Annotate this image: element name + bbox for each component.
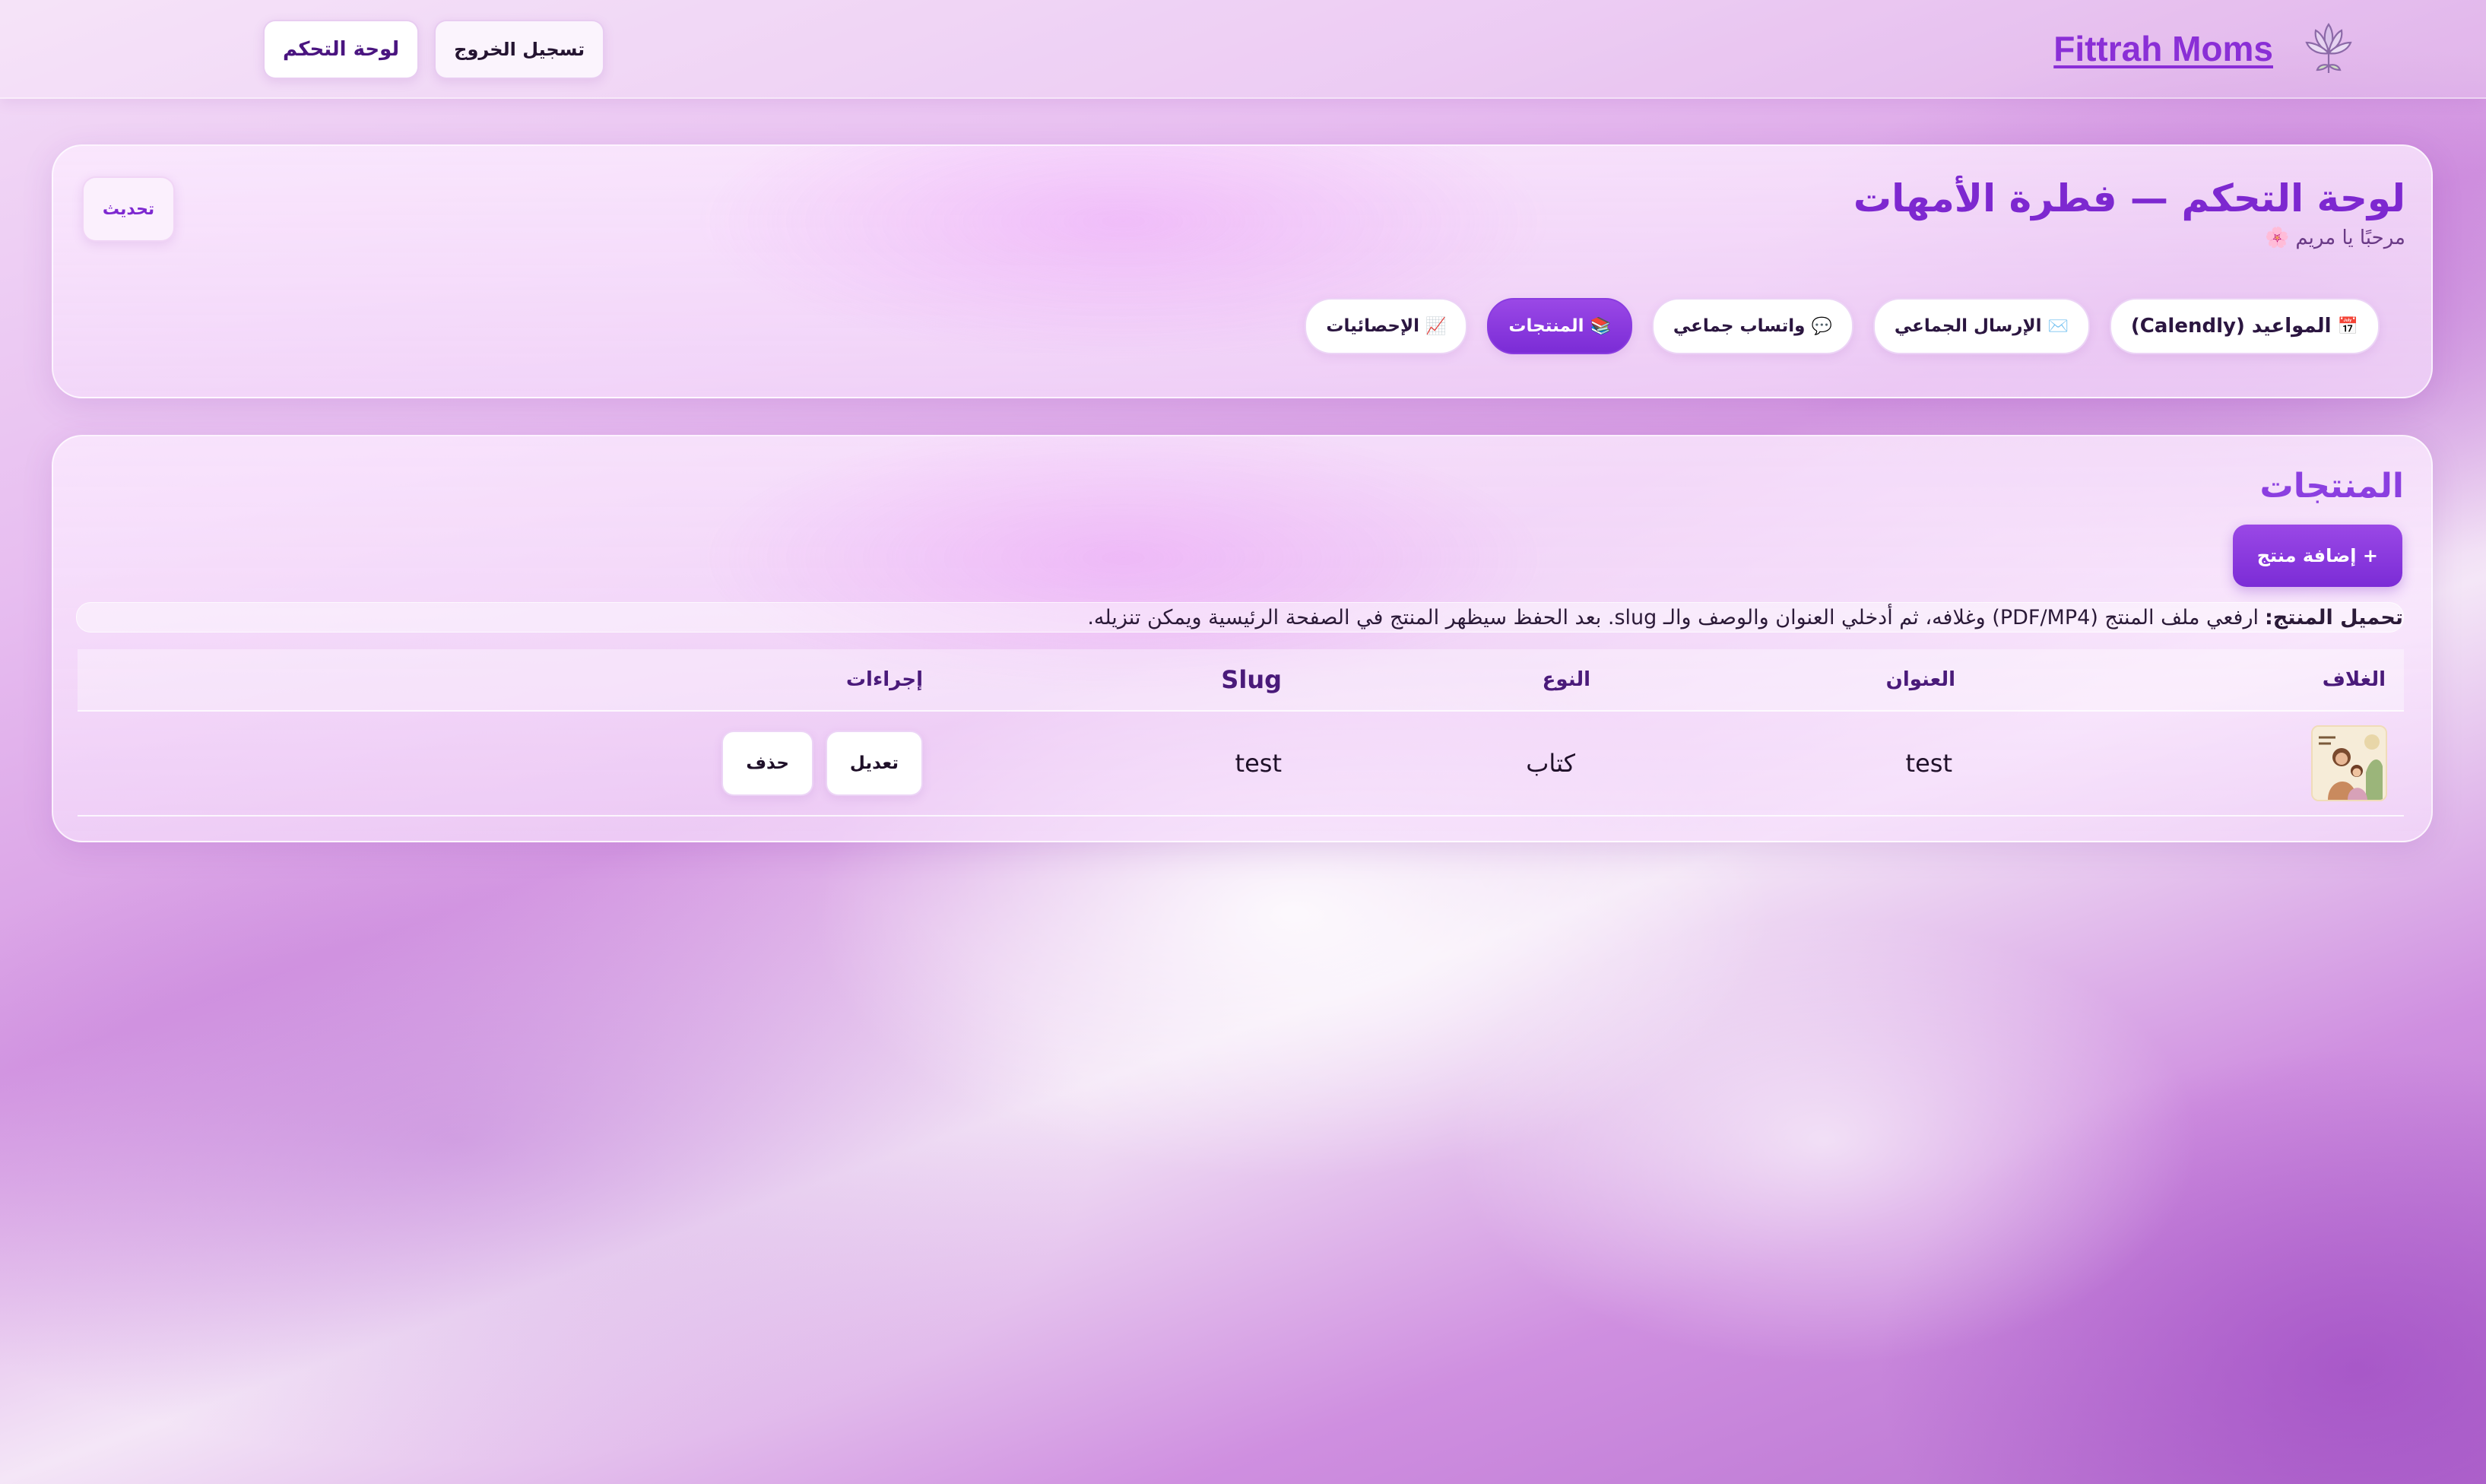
speech-bubble-icon: 💬 <box>1811 316 1832 336</box>
product-title-cell: test <box>1905 749 1952 778</box>
top-actions: لوحة التحكم تسجيل الخروج <box>263 20 605 79</box>
top-navbar: Fittrah Moms لوحة التحكم تسجيل الخروج <box>0 0 2486 99</box>
column-header-title: العنوان <box>1885 668 1955 691</box>
cover-cell <box>2311 712 2387 815</box>
product-type-cell: كتاب <box>1526 749 1575 778</box>
tab-products[interactable]: 📚 المنتجات <box>1487 298 1632 354</box>
product-cover-image <box>2311 725 2387 801</box>
add-product-button[interactable]: + إضافة منتج <box>2232 525 2402 587</box>
page-title: لوحة التحكم — فطرة الأمهات <box>1853 176 2405 220</box>
brand-name-link[interactable]: Fittrah Moms <box>2053 28 2273 69</box>
actions-cell: تعديل حذف <box>721 712 923 815</box>
envelope-icon: ✉️ <box>2047 316 2069 336</box>
upload-instructions-text: ارفعي ملف المنتج (PDF/MP4) وغلافه، ثم أد… <box>1087 605 2259 629</box>
dashboard-tabs: 📅 المواعيد (Calendly) ✉️ الإرسال الجماعي… <box>1305 298 2380 354</box>
products-table: الغلاف العنوان النوع Slug إجراءات test ك… <box>78 649 2404 817</box>
column-header-type: النوع <box>1542 668 1590 691</box>
products-title: المنتجات <box>2259 467 2404 506</box>
dashboard-button[interactable]: لوحة التحكم <box>263 20 420 79</box>
tab-label: المواعيد (Calendly) <box>2130 315 2332 338</box>
chart-up-icon: 📈 <box>1425 316 1447 336</box>
upload-instructions: تحميل المنتج: ارفعي ملف المنتج (PDF/MP4)… <box>76 602 2404 633</box>
welcome-text: مرحبًا يا مريم <box>2295 227 2405 249</box>
delete-button[interactable]: حذف <box>721 731 813 796</box>
column-header-slug: Slug <box>1221 665 1282 694</box>
calendar-icon: 📅 <box>2337 316 2358 336</box>
books-icon: 📚 <box>1590 316 1611 336</box>
tab-label: واتساب جماعي <box>1673 316 1806 336</box>
welcome-message: مرحبًا يا مريم 🌸 <box>2265 227 2405 249</box>
refresh-button[interactable]: تحديث <box>82 176 175 242</box>
tab-label: الإحصائيات <box>1326 316 1420 336</box>
tab-statistics[interactable]: 📈 الإحصائيات <box>1305 298 1468 354</box>
table-header: الغلاف العنوان النوع Slug إجراءات <box>78 649 2404 712</box>
edit-button[interactable]: تعديل <box>825 731 923 796</box>
tab-bulk-email[interactable]: ✉️ الإرسال الجماعي <box>1872 298 2090 354</box>
product-slug-cell: test <box>1235 749 1282 778</box>
products-card: المنتجات + إضافة منتج تحميل المنتج: ارفع… <box>52 435 2433 842</box>
lotus-logo-icon <box>2305 23 2352 73</box>
row-actions: تعديل حذف <box>721 731 923 796</box>
flower-icon: 🌸 <box>2265 227 2290 249</box>
column-header-actions: إجراءات <box>845 668 923 691</box>
tab-label: المنتجات <box>1508 316 1584 336</box>
tab-label: الإرسال الجماعي <box>1894 316 2042 336</box>
column-header-cover: الغلاف <box>2322 668 2386 691</box>
table-row: test كتاب test تعديل حذف <box>78 712 2404 817</box>
tab-bulk-whatsapp[interactable]: 💬 واتساب جماعي <box>1651 298 1853 354</box>
tab-appointments[interactable]: 📅 المواعيد (Calendly) <box>2109 298 2380 354</box>
upload-instructions-label: تحميل المنتج: <box>2264 605 2403 629</box>
brand[interactable]: Fittrah Moms <box>2053 14 2357 84</box>
dashboard-header-card: لوحة التحكم — فطرة الأمهات مرحبًا يا مري… <box>52 144 2433 398</box>
logout-button[interactable]: تسجيل الخروج <box>434 20 605 79</box>
